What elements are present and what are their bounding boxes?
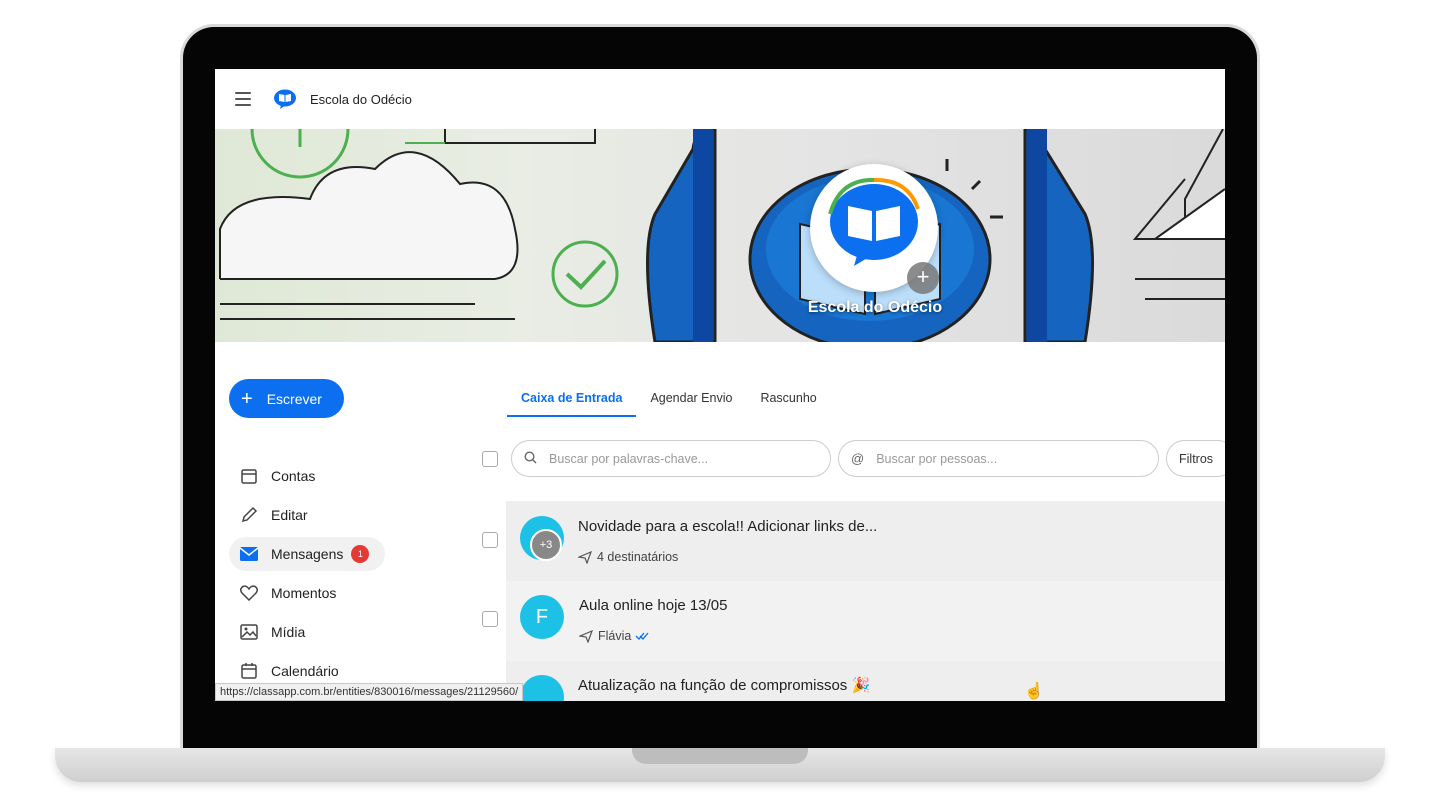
message-title: Atualização na função de compromissos 🎉 — [578, 677, 871, 694]
sidebar-item-label: Calendário — [271, 663, 339, 679]
sidebar-item-midia[interactable]: Mídia — [229, 615, 389, 649]
menu-icon[interactable] — [235, 92, 251, 106]
calendar-box-icon — [239, 466, 259, 486]
heart-icon — [239, 583, 259, 603]
sender-avatar — [520, 675, 564, 701]
image-icon — [239, 622, 259, 642]
unread-badge: 1 — [351, 545, 370, 563]
message-checkbox[interactable] — [482, 611, 498, 627]
message-sender: Flávia — [579, 629, 654, 643]
sidebar-item-mensagens[interactable]: Mensagens 1 — [229, 537, 385, 571]
sidebar-item-momentos[interactable]: Momentos — [229, 576, 389, 610]
cover-banner: + Escola do Odécio — [215, 129, 1225, 342]
compose-label: Escrever — [266, 390, 322, 407]
tab-agendar-envio[interactable]: Agendar Envio — [636, 379, 746, 417]
keyword-search-placeholder: Buscar por palavras-chave... — [549, 451, 709, 466]
sidebar-item-label: Contas — [271, 468, 316, 484]
sidebar-item-label: Editar — [271, 507, 308, 523]
pencil-icon — [239, 505, 259, 525]
pointer-hand-icon: ☝ — [1024, 683, 1044, 700]
filters-button[interactable]: Filtros — [1166, 440, 1225, 477]
message-row[interactable]: F Aula online hoje 13/05 Flávia — [506, 581, 1225, 661]
tab-rascunho[interactable]: Rascunho — [746, 379, 830, 417]
banner-illustration — [219, 129, 1225, 342]
message-recipients: 4 destinatários — [578, 550, 678, 564]
sender-avatar: F — [520, 595, 564, 639]
banner-school-name: Escola do Odécio — [807, 299, 943, 316]
app-screen: Escola do Odécio + Escola do Odécio + Es… — [215, 69, 1225, 701]
message-recipients-text: 4 destinatários — [597, 550, 679, 564]
sidebar-item-label: Momentos — [271, 585, 337, 601]
more-recipients-avatar: +3 — [530, 529, 562, 561]
message-tabs: Caixa de Entrada Agendar Envio Rascunho — [507, 379, 831, 419]
compose-button[interactable]: + Escrever — [229, 379, 344, 418]
classapp-logo-icon — [273, 89, 297, 109]
keyword-search-input[interactable]: Buscar por palavras-chave... — [511, 440, 831, 477]
sidebar-item-label: Mensagens — [271, 546, 344, 562]
school-name[interactable]: Escola do Odécio — [310, 92, 412, 107]
message-title: Aula online hoje 13/05 — [579, 597, 728, 614]
sidebar-item-contas[interactable]: Contas — [229, 459, 389, 493]
message-title: Novidade para a escola!! Adicionar links… — [578, 518, 878, 535]
add-photo-icon[interactable]: + — [907, 262, 939, 294]
tab-caixa-de-entrada[interactable]: Caixa de Entrada — [507, 379, 637, 417]
search-icon — [524, 450, 537, 467]
message-sender-text: Flávia — [598, 629, 632, 643]
message-row[interactable]: E +3 Novidade para a escola!! Adicionar … — [506, 501, 1225, 581]
at-sign-icon: @ — [851, 451, 865, 466]
status-bar-url: https://classapp.com.br/entities/830016/… — [215, 683, 524, 701]
message-checkbox[interactable] — [482, 532, 498, 548]
laptop-mockup: Escola do Odécio + Escola do Odécio + Es… — [0, 0, 1440, 810]
send-icon — [578, 550, 592, 564]
top-bar: Escola do Odécio — [215, 69, 1225, 129]
sidebar-item-editar[interactable]: Editar — [229, 498, 389, 532]
double-check-icon — [635, 632, 649, 640]
plus-icon: + — [241, 387, 253, 410]
people-search-placeholder: Buscar por pessoas... — [876, 451, 998, 466]
people-search-input[interactable]: @ Buscar por pessoas... — [838, 440, 1159, 477]
calendar-icon — [239, 661, 259, 681]
sidebar-item-label: Mídia — [271, 624, 306, 640]
message-row[interactable]: Atualização na função de compromissos 🎉 — [506, 661, 1225, 701]
envelope-icon — [239, 544, 259, 564]
send-icon — [579, 629, 593, 643]
select-all-checkbox[interactable] — [482, 451, 498, 467]
laptop-notch — [632, 748, 808, 764]
